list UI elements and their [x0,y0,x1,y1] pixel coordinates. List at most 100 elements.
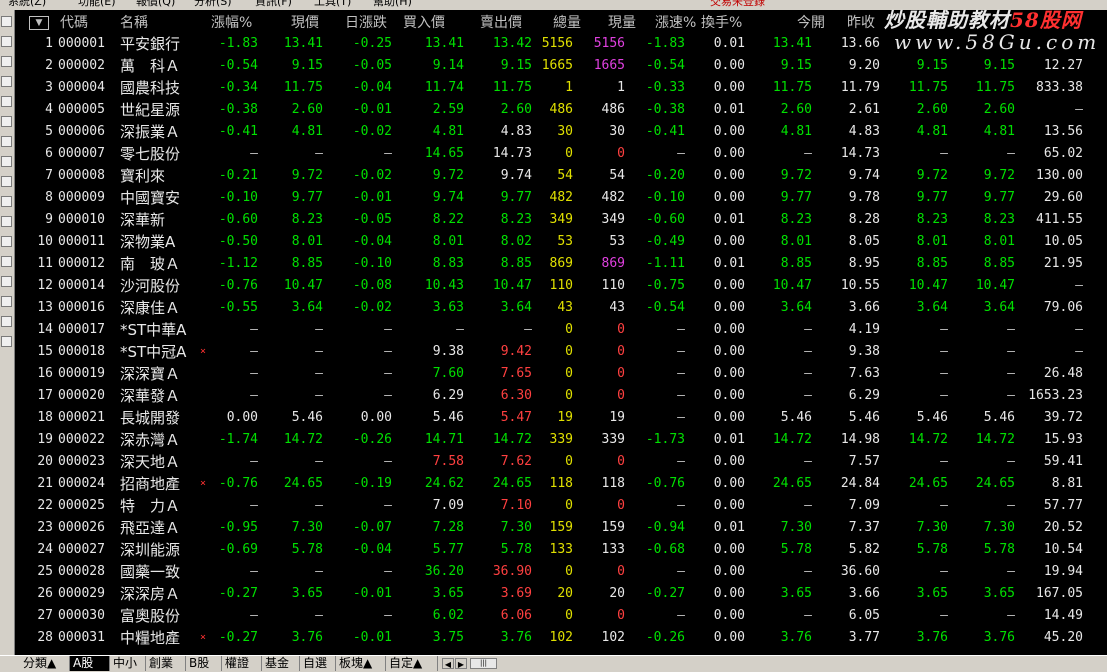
toolbar-tool-icon[interactable] [1,156,12,167]
column-header[interactable]: 昨收 [847,12,875,34]
toolbar-tool-icon[interactable] [1,296,12,307]
menu-item-0[interactable]: 系統(Z) [8,0,46,7]
table-row[interactable]: 4 000005 世紀星源 -0.38 2.60 -0.01 2.59 2.60 486 486 -… [15,99,1107,121]
toolbar-tool-icon[interactable] [1,16,12,27]
quote-cell: — [456,322,464,337]
table-row[interactable]: 12 000014 沙河股份 -0.76 10.47 -0.08 10.43 10.47 110… [15,275,1107,297]
table-row[interactable]: 26 000029 深深房Ａ -0.27 3.65 -0.01 3.65 3.69 20 20 -0… [15,583,1107,605]
toolbar-tool-icon[interactable] [1,236,12,247]
quote-cell: 54 [609,168,625,183]
market-tab[interactable]: 中小 [110,656,146,671]
menu-item-2[interactable]: 報價(Q) [136,0,175,7]
quote-cell: — [677,388,685,403]
menu-item-1[interactable]: 功能(E) [78,0,116,7]
menu-item-4[interactable]: 資訊(F) [255,0,292,7]
table-row[interactable]: 25 000028 國藥一致 — — — 36.20 36.90 0 0 — 0.00 — 36.60 — —… [15,561,1107,583]
table-row[interactable]: 3 000004 國農科技 -0.34 11.75 -0.04 11.74 11.75 1 1 -0… [15,77,1107,99]
column-header[interactable]: 代碼 [60,12,88,34]
stock-name: 深華新 [120,211,166,229]
column-header[interactable]: 今開 [797,12,825,34]
quote-cell: 0 [565,498,573,513]
table-row[interactable]: 20 000023 深天地Ａ — — — 7.58 7.62 0 0 — 0.00 — 7.57 — — 59.… [15,451,1107,473]
market-tab[interactable]: 權證 [222,656,262,671]
toolbar-tool-icon[interactable] [1,256,12,267]
market-tab[interactable]: 分類▲ [20,656,70,671]
toolbar-tool-icon[interactable] [1,176,12,187]
toolbar-tool-icon[interactable] [1,116,12,127]
column-header[interactable]: 漲幅% [211,12,252,34]
toolbar-tool-icon[interactable] [1,216,12,227]
table-row[interactable]: 17 000020 深華發Ａ — — — 6.29 6.30 0 0 — 0.00 — 6.29 — — 165… [15,385,1107,407]
table-row[interactable]: 15 000018 *ST中冠A × — — —9.38 9.42 0 0—0.00—9.38— —… [15,341,1107,363]
table-row[interactable]: 8 000009 中國寶安 -0.10 9.77 -0.01 9.74 9.77 482 482 -… [15,187,1107,209]
table-row[interactable]: 23 000026 飛亞達Ａ -0.95 7.30 -0.07 7.28 7.30 159 159… [15,517,1107,539]
watermark-text-red: 58股网 [1010,8,1082,32]
column-header[interactable]: 換手% [701,12,742,34]
quote-cell: 130.00 [1036,168,1083,183]
quote-cell: 3.76 [500,630,532,645]
quote-cell: 9.14 [432,58,464,73]
table-row[interactable]: 24 000027 深圳能源 -0.69 5.78 -0.04 5.77 5.78 133 133… [15,539,1107,561]
toolbar-tool-icon[interactable] [1,76,12,87]
table-row[interactable]: 22 000025 特 力Ａ — — — 7.09 7.10 0 0 — 0.00 — 7.09 — — 57.… [15,495,1107,517]
table-row[interactable]: 2 000002 萬 科Ａ -0.54 9.15 -0.05 9.14 9.15 1665 166… [15,55,1107,77]
toolbar-tool-icon[interactable] [1,136,12,147]
quote-cell: -0.60 [645,212,685,227]
table-row[interactable]: 5 000006 深振業Ａ -0.41 4.81 -0.02 4.81 4.83 30 30 -0.… [15,121,1107,143]
toolbar-tool-icon[interactable] [1,316,12,327]
column-header[interactable]: 日漲跌 [345,12,387,34]
column-header[interactable]: 漲速% [655,12,696,34]
scroll-left-button[interactable]: ◀ [442,658,454,669]
menu-item-3[interactable]: 分析(S) [194,0,232,7]
table-row[interactable]: 21 000024 招商地產 × -0.76 24.65 -0.19 24.62 24.65 11… [15,473,1107,495]
toolbar-tool-icon[interactable] [1,196,12,207]
column-header[interactable]: 現量 [608,12,636,34]
market-tab[interactable]: B股 [186,656,222,671]
toolbar-tool-icon[interactable] [1,36,12,47]
table-row[interactable]: 13 000016 深康佳Ａ -0.55 3.64 -0.02 3.63 3.64 43 43 -0… [15,297,1107,319]
table-row[interactable]: 14 000017 *ST中華A — — — — — 0 0 — 0.00 — 4.19 — — — [15,319,1107,341]
menu-item-6[interactable]: 幫助(H) [373,0,412,7]
menu-item-5[interactable]: 工具(T) [314,0,351,7]
market-tab[interactable]: 創業 [146,656,186,671]
market-tab[interactable]: 板塊▲ [336,656,386,671]
column-header[interactable]: 現價 [291,12,319,34]
quote-cell: -0.10 [218,190,258,205]
stock-code: 000001 [58,36,105,51]
market-tab[interactable]: 基金 [262,656,300,671]
column-header[interactable]: 名稱 [120,12,148,34]
market-tab[interactable]: 自選 [300,656,336,671]
quote-cell: 3.76 [780,630,812,645]
table-row[interactable]: 11 000012 南 玻Ａ -1.12 8.85 -0.10 8.83 8.85 869 869… [15,253,1107,275]
table-row[interactable]: 27 000030 富奧股份 — — — 6.02 6.06 0 0 — 0.00 — 6.05 — — 14.… [15,605,1107,627]
table-row[interactable]: 6 000007 零七股份 — — — 14.65 14.73 0 0 — 0.00 — 14.73 — — 6… [15,143,1107,165]
table-row[interactable]: 10 000011 深物業A -0.50 8.01 -0.04 8.01 8.02 53 53 -0… [15,231,1107,253]
table-row[interactable]: 19 000022 深赤灣Ａ -1.74 14.72 -0.26 14.71 14.72 339… [15,429,1107,451]
quote-cell: 0.01 [713,520,745,535]
quote-cell: 110 [549,278,573,293]
quote-cell: — [1007,498,1015,513]
column-header[interactable]: 總量 [553,12,581,34]
scroll-right-button[interactable]: ▶ [455,658,467,669]
toolbar-tool-icon[interactable] [1,96,12,107]
table-row[interactable]: 7 000008 寶利來 -0.21 9.72 -0.02 9.72 9.74 54 54 -0.2… [15,165,1107,187]
menu-item-7[interactable]: 交易未登錄 [710,0,765,7]
row-index: 8 [45,190,53,205]
market-tab[interactable]: A股 [70,656,110,671]
horizontal-scroll-thumb[interactable]: ||| [470,658,497,669]
column-header[interactable]: 買入價 [403,12,445,34]
market-tab[interactable]: 自定▲ [386,656,438,671]
toolbar-tool-icon[interactable] [1,56,12,67]
table-row[interactable]: 9 000010 深華新 -0.60 8.23 -0.05 8.22 8.23 349 349 -0… [15,209,1107,231]
quote-cell: 7.10 [500,498,532,513]
quote-cell: 0.00 [713,608,745,623]
toolbar-tool-icon[interactable] [1,336,12,347]
quote-cell: 0.01 [713,432,745,447]
table-row[interactable]: 16 000019 深深寶Ａ — — — 7.60 7.65 0 0 — 0.00 — 7.63 — — 26.… [15,363,1107,385]
column-header[interactable]: 賣出價 [480,12,522,34]
quote-cell: 0 [617,366,625,381]
table-row[interactable]: 28 000031 中糧地產 × -0.27 3.76 -0.01 3.75 3.76 102 10… [15,627,1107,649]
quote-cell: — [250,498,258,513]
toolbar-tool-icon[interactable] [1,276,12,287]
table-row[interactable]: 18 000021 長城開發 0.00 5.46 0.00 5.46 5.47 19 19 — 0.0… [15,407,1107,429]
